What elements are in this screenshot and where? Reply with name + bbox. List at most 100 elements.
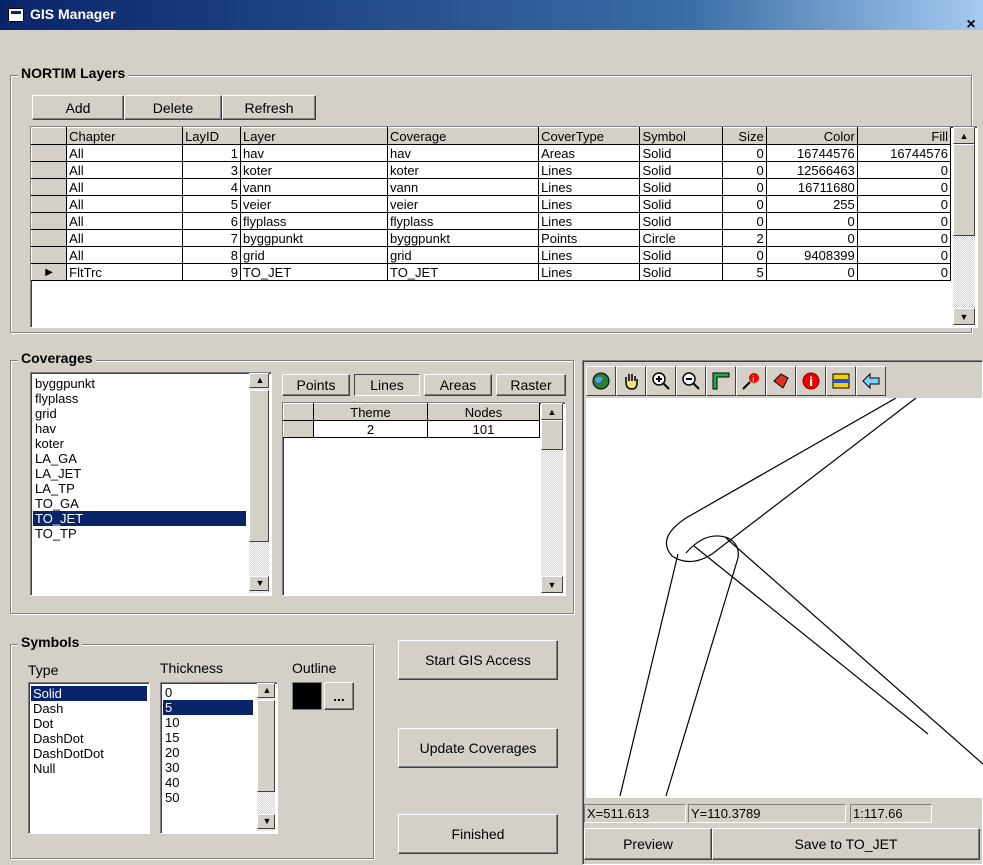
layid-cell[interactable]: 1 bbox=[182, 144, 242, 162]
coverage-cell[interactable]: byggpunkt bbox=[387, 229, 540, 247]
list-item[interactable]: flyplass bbox=[33, 391, 246, 406]
thickness-list[interactable]: 0 5 10 15 20 30 40 50 ▲ ▼ bbox=[160, 682, 278, 834]
column-header-nodes[interactable]: Nodes bbox=[427, 403, 540, 421]
info-icon[interactable]: i bbox=[796, 366, 826, 396]
fill-cell[interactable]: 0 bbox=[857, 263, 952, 281]
hand-pan-icon[interactable] bbox=[616, 366, 646, 396]
fill-cell[interactable]: 0 bbox=[857, 212, 952, 230]
measure-icon[interactable] bbox=[706, 366, 736, 396]
size-cell[interactable]: 0 bbox=[722, 246, 767, 264]
list-item[interactable]: 0 bbox=[163, 685, 253, 700]
coverage-cell[interactable]: grid bbox=[387, 246, 540, 264]
outline-color-swatch[interactable] bbox=[292, 682, 322, 710]
color-cell[interactable]: 16744576 bbox=[766, 144, 858, 162]
fill-cell[interactable]: 0 bbox=[857, 246, 952, 264]
color-cell[interactable]: 0 bbox=[766, 212, 858, 230]
outline-color-button[interactable]: ... bbox=[324, 682, 354, 710]
scroll-thumb[interactable] bbox=[249, 390, 269, 542]
layer-cell[interactable]: koter bbox=[240, 161, 388, 179]
chapter-cell[interactable]: All bbox=[66, 246, 184, 264]
tab-raster[interactable]: Raster bbox=[496, 374, 566, 396]
list-item[interactable]: koter bbox=[33, 436, 246, 451]
update-coverages-button[interactable]: Update Coverages bbox=[398, 728, 558, 768]
tab-points[interactable]: Points bbox=[282, 374, 350, 396]
scroll-thumb[interactable] bbox=[257, 700, 275, 792]
zoom-in-icon[interactable] bbox=[646, 366, 676, 396]
covertype-cell[interactable]: Lines bbox=[538, 195, 641, 213]
color-cell[interactable]: 0 bbox=[766, 229, 858, 247]
table-row[interactable]: All 5 veier veier Lines Solid 0 255 0 bbox=[31, 195, 952, 213]
list-item[interactable]: Dash bbox=[31, 701, 147, 716]
row-selector[interactable] bbox=[31, 212, 68, 230]
layers-grid[interactable]: Chapter LayID Layer Coverage CoverType S… bbox=[30, 126, 978, 328]
layer-cell[interactable]: flyplass bbox=[240, 212, 388, 230]
covertype-cell[interactable]: Lines bbox=[538, 178, 641, 196]
layers-icon[interactable] bbox=[826, 366, 856, 396]
size-cell[interactable]: 0 bbox=[722, 178, 767, 196]
list-item[interactable]: DashDotDot bbox=[31, 746, 147, 761]
scroll-up-icon[interactable]: ▲ bbox=[541, 403, 563, 420]
covertype-cell[interactable]: Areas bbox=[538, 144, 641, 162]
list-item[interactable]: 20 bbox=[163, 745, 253, 760]
identify-icon[interactable]: i bbox=[736, 366, 766, 396]
symbol-cell[interactable]: Solid bbox=[639, 144, 724, 162]
list-item[interactable]: Solid bbox=[31, 686, 147, 701]
list-item[interactable]: TO_JET bbox=[33, 511, 246, 526]
chapter-cell[interactable]: FltTrc bbox=[66, 263, 184, 281]
table-row[interactable]: All 1 hav hav Areas Solid 0 16744576 16744576 bbox=[31, 144, 952, 162]
globe-icon[interactable] bbox=[586, 366, 616, 396]
row-selector[interactable] bbox=[31, 195, 68, 213]
close-button[interactable]: × bbox=[960, 16, 982, 36]
list-item[interactable]: 50 bbox=[163, 790, 253, 805]
list-item[interactable]: Dot bbox=[31, 716, 147, 731]
color-cell[interactable]: 9408399 bbox=[766, 246, 858, 264]
add-button[interactable]: Add bbox=[32, 95, 124, 120]
layer-cell[interactable]: grid bbox=[240, 246, 388, 264]
row-selector[interactable] bbox=[283, 420, 314, 438]
scroll-thumb[interactable] bbox=[541, 420, 563, 450]
layid-cell[interactable]: 9 bbox=[182, 263, 242, 281]
nodes-cell[interactable]: 101 bbox=[427, 420, 540, 438]
select-icon[interactable] bbox=[766, 366, 796, 396]
symbol-cell[interactable]: Solid bbox=[639, 246, 724, 264]
symbol-cell[interactable]: Solid bbox=[639, 161, 724, 179]
coverage-cell[interactable]: hav bbox=[387, 144, 540, 162]
size-cell[interactable]: 0 bbox=[722, 161, 767, 179]
covertype-cell[interactable]: Lines bbox=[538, 161, 641, 179]
layid-cell[interactable]: 5 bbox=[182, 195, 242, 213]
coverage-cell[interactable]: TO_JET bbox=[387, 263, 540, 281]
list-item[interactable]: 30 bbox=[163, 760, 253, 775]
symbol-cell[interactable]: Solid bbox=[639, 263, 724, 281]
row-selector[interactable] bbox=[31, 144, 68, 162]
scroll-up-icon[interactable]: ▲ bbox=[953, 127, 975, 144]
chapter-cell[interactable]: All bbox=[66, 195, 184, 213]
list-item[interactable]: hav bbox=[33, 421, 246, 436]
fill-cell[interactable]: 0 bbox=[857, 229, 952, 247]
size-cell[interactable]: 0 bbox=[722, 144, 767, 162]
list-item[interactable]: 5 bbox=[162, 699, 254, 716]
column-header-size[interactable]: Size bbox=[722, 127, 767, 145]
chapter-cell[interactable]: All bbox=[66, 161, 184, 179]
layer-cell[interactable]: hav bbox=[240, 144, 388, 162]
zoom-out-icon[interactable] bbox=[676, 366, 706, 396]
table-row[interactable]: All 6 flyplass flyplass Lines Solid 0 0 0 bbox=[31, 212, 952, 230]
theme-grid[interactable]: Theme Nodes 2 101 ▲ ▼ bbox=[282, 402, 566, 596]
row-selector[interactable] bbox=[31, 229, 68, 247]
covertype-cell[interactable]: Lines bbox=[538, 263, 641, 281]
coverage-cell[interactable]: vann bbox=[387, 178, 540, 196]
column-header-covertype[interactable]: CoverType bbox=[538, 127, 641, 145]
current-row-indicator-icon[interactable]: ▶ bbox=[31, 263, 68, 281]
chapter-cell[interactable]: All bbox=[66, 212, 184, 230]
color-cell[interactable]: 0 bbox=[766, 263, 858, 281]
theme-cell[interactable]: 2 bbox=[313, 420, 428, 438]
tab-areas[interactable]: Areas bbox=[424, 374, 492, 396]
list-item[interactable]: grid bbox=[33, 406, 246, 421]
back-arrow-icon[interactable] bbox=[856, 366, 886, 396]
color-cell[interactable]: 255 bbox=[766, 195, 858, 213]
size-cell[interactable]: 5 bbox=[722, 263, 767, 281]
theme-scrollbar[interactable]: ▲ ▼ bbox=[541, 403, 563, 593]
layid-cell[interactable]: 7 bbox=[182, 229, 242, 247]
chapter-cell[interactable]: All bbox=[66, 229, 184, 247]
save-to-coverage-button[interactable]: Save to TO_JET bbox=[712, 828, 980, 860]
coverage-list-scrollbar[interactable]: ▲ ▼ bbox=[249, 373, 269, 593]
